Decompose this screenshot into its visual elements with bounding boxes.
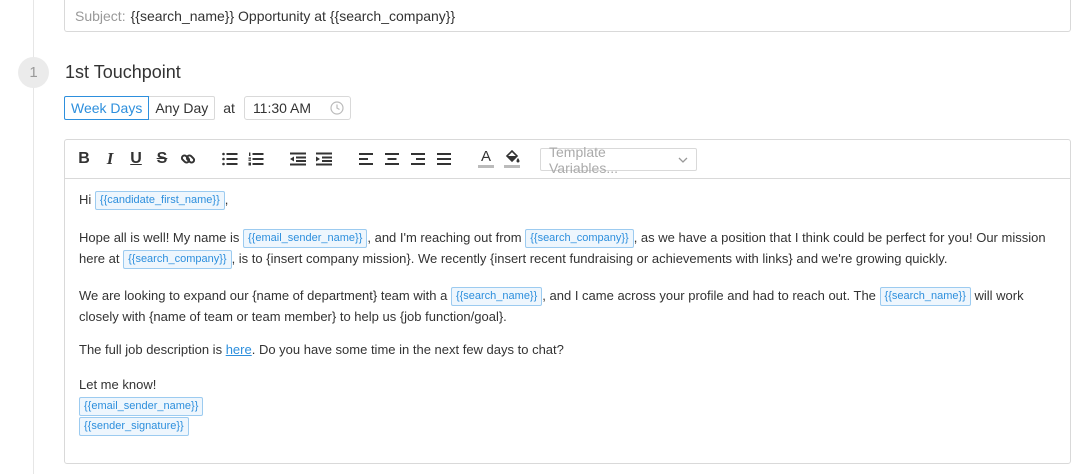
template-variable-tag[interactable]: {{search_company}} xyxy=(525,229,634,249)
template-variable-tag[interactable]: {{email_sender_name}} xyxy=(243,229,368,249)
subject-label: Subject: xyxy=(75,7,126,24)
schedule-row: Week Days Any Day at 11:30 AM xyxy=(64,96,351,120)
time-value: 11:30 AM xyxy=(252,100,312,116)
numbered-list-icon[interactable] xyxy=(247,150,265,168)
template-variable-tag[interactable]: {{sender_signature}} xyxy=(79,417,189,437)
paragraph-signoff: Let me know! {{email_sender_name}} {{sen… xyxy=(79,375,204,437)
align-center-icon[interactable] xyxy=(383,150,401,168)
template-variable-tag[interactable]: {{search_company}} xyxy=(123,249,232,269)
italic-icon[interactable]: I xyxy=(101,150,119,168)
paragraph-intro: Hope all is well! My name is {{email_sen… xyxy=(79,228,1059,269)
align-left-icon[interactable] xyxy=(357,150,375,168)
time-input[interactable]: 11:30 AM xyxy=(243,96,351,120)
bold-icon[interactable]: B xyxy=(75,150,93,168)
link-icon[interactable] xyxy=(179,150,197,168)
chevron-down-icon xyxy=(678,157,688,163)
any-day-button[interactable]: Any Day xyxy=(149,96,216,120)
underline-icon[interactable]: U xyxy=(127,150,145,168)
step-number-badge: 1 xyxy=(18,57,49,88)
indent-icon[interactable] xyxy=(315,150,333,168)
outdent-icon[interactable] xyxy=(289,150,307,168)
editor-toolbar: B I U S A Template Variables... xyxy=(65,140,1070,179)
highlight-icon[interactable] xyxy=(503,150,521,168)
subject-field[interactable]: Subject: {{search_name}} Opportunity at … xyxy=(64,0,1071,32)
template-variable-tag[interactable]: {{search_name}} xyxy=(879,287,971,307)
week-days-button[interactable]: Week Days xyxy=(64,96,150,120)
step-title: 1st Touchpoint xyxy=(65,62,181,82)
job-description-link[interactable]: here xyxy=(226,342,252,357)
template-variable-tag[interactable]: {{candidate_first_name}} xyxy=(94,191,225,211)
clock-icon xyxy=(330,101,344,115)
template-variables-select[interactable]: Template Variables... xyxy=(540,144,697,176)
justify-icon[interactable] xyxy=(435,150,453,168)
template-variables-placeholder: Template Variables... xyxy=(549,143,618,176)
align-right-icon[interactable] xyxy=(409,150,427,168)
email-editor: B I U S A Template Variables... Hi {{can… xyxy=(64,139,1071,464)
paragraph-job-description: The full job description is here. Do you… xyxy=(79,342,564,357)
subject-value[interactable]: {{search_name}} Opportunity at {{search_… xyxy=(131,8,456,24)
text-color-icon[interactable]: A xyxy=(477,149,495,168)
template-variable-tag[interactable]: {{email_sender_name}} xyxy=(79,396,204,416)
paragraph-greeting: Hi {{candidate_first_name}}, xyxy=(79,190,228,211)
bullet-list-icon[interactable] xyxy=(221,150,239,168)
strikethrough-icon[interactable]: S xyxy=(153,150,171,168)
at-label: at xyxy=(223,100,235,116)
paragraph-role: We are looking to expand our {name of de… xyxy=(79,287,1024,324)
template-variable-tag[interactable]: {{search_name}} xyxy=(450,287,543,307)
